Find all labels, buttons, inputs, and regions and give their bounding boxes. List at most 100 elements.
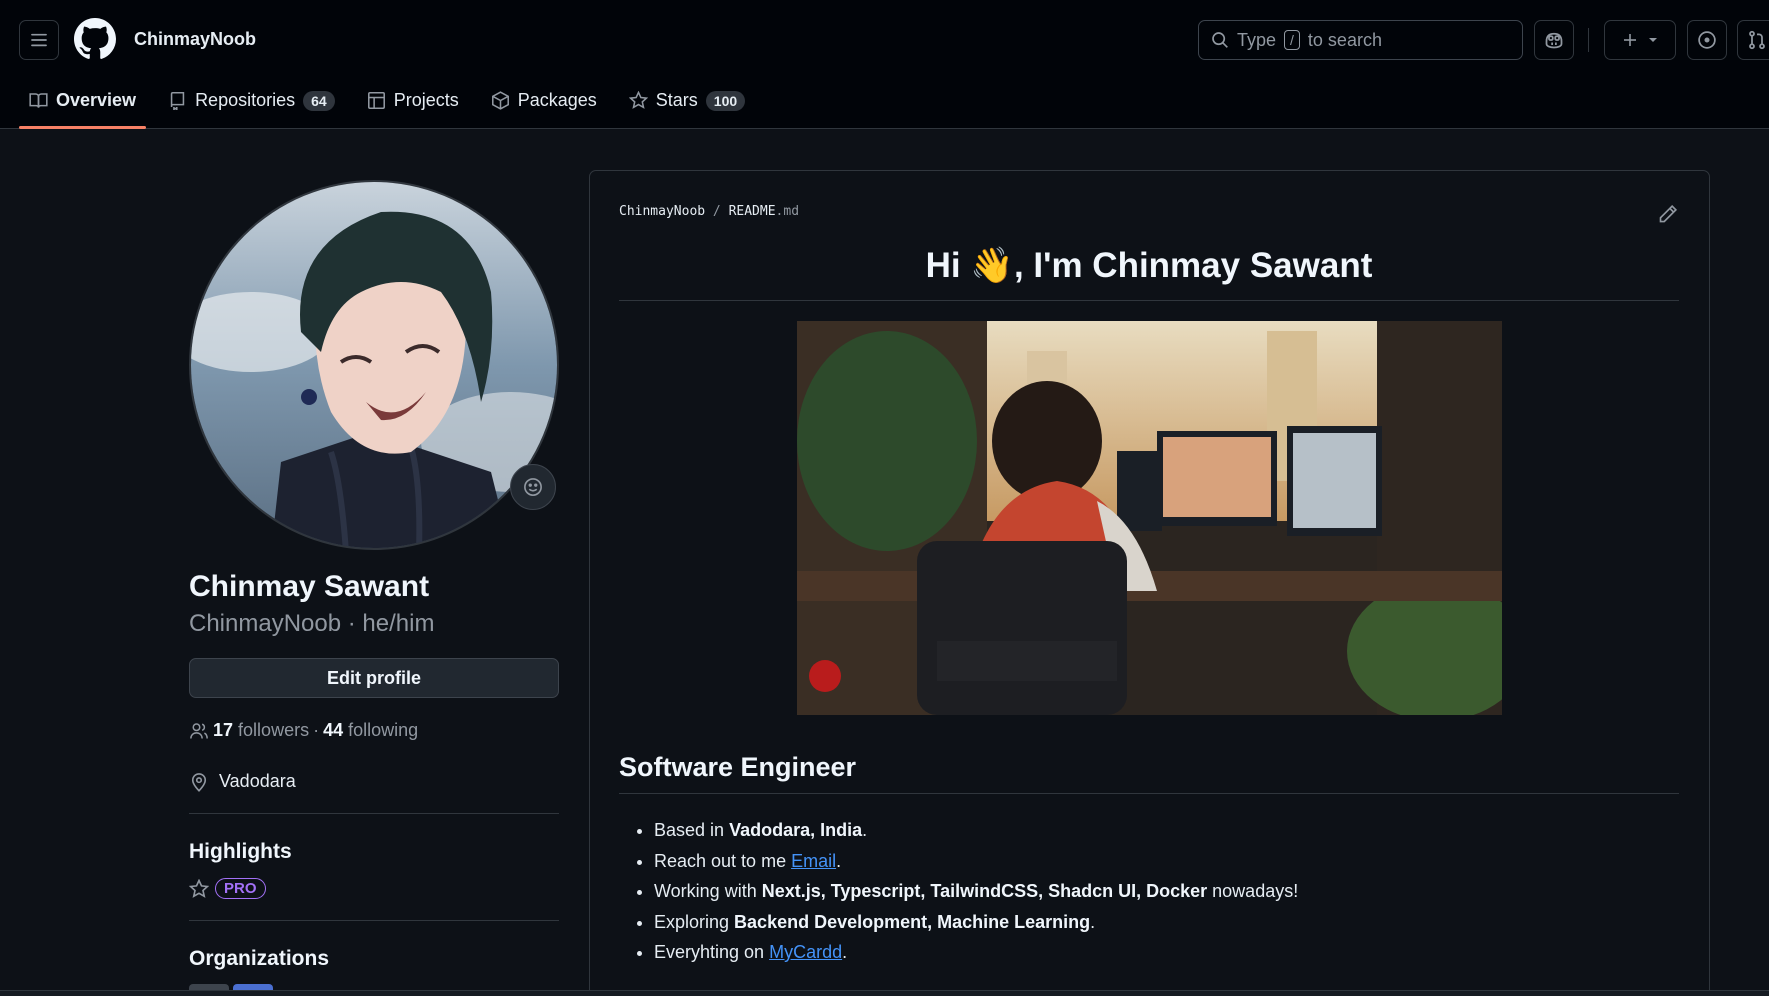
- caret-down-icon: [1649, 38, 1657, 42]
- tab-overview[interactable]: Overview: [19, 80, 147, 129]
- tab-packages[interactable]: Packages: [481, 80, 607, 121]
- item-text: .: [836, 850, 842, 871]
- profile-tabs: Overview Repositories 64 Projects Packag…: [19, 80, 767, 129]
- search-suffix: to search: [1307, 29, 1382, 50]
- avatar-illustration: [191, 182, 557, 548]
- book-icon: [29, 93, 48, 108]
- item-text: Working with: [654, 881, 762, 901]
- plus-icon: [1624, 34, 1636, 46]
- star-icon: [628, 91, 648, 109]
- about-list: Based in Vadodara, India. Reach out to m…: [654, 815, 1298, 968]
- table-icon: [367, 92, 385, 109]
- location-icon: [191, 772, 207, 792]
- item-text: Everyhting on: [654, 942, 770, 962]
- avatar[interactable]: [189, 180, 559, 550]
- heading-rest: , I'm Chinmay Sawant: [1013, 246, 1373, 285]
- hamburger-icon: [31, 33, 47, 47]
- github-logo-icon[interactable]: [74, 18, 116, 60]
- global-header: ChinmayNoob Type / to search Overview Re…: [0, 0, 1769, 129]
- tab-label: Repositories: [195, 90, 296, 110]
- wave-icon: 👋: [970, 246, 1014, 285]
- set-status-button[interactable]: [510, 464, 556, 510]
- list-item: Reach out to me Email.: [654, 846, 1298, 877]
- tab-label: Stars: [655, 90, 698, 110]
- workspace-illustration: [797, 321, 1502, 715]
- smiley-icon: [524, 478, 542, 496]
- path-separator: /: [712, 204, 721, 219]
- dot-separator: ·: [313, 720, 320, 740]
- search-icon: [1212, 32, 1228, 48]
- list-item: Based in Vadodara, India.: [654, 815, 1298, 846]
- issue-opened-icon: [1698, 31, 1716, 49]
- tab-label: Overview: [56, 90, 137, 110]
- readme-banner-image: [797, 321, 1502, 715]
- item-text: Exploring: [654, 911, 735, 932]
- item-text: Reach out to me: [654, 850, 792, 871]
- item-bold: Backend Development, Machine Learning: [734, 911, 1091, 932]
- item-text: .: [862, 820, 868, 840]
- email-link[interactable]: Email: [791, 851, 836, 871]
- divider: [189, 920, 559, 921]
- followers-count: 17: [213, 720, 234, 740]
- item-text: Based in: [654, 820, 730, 840]
- section-heading: Software Engineer: [619, 752, 857, 782]
- tab-projects[interactable]: Projects: [357, 80, 469, 121]
- readme-file-ext: .md: [775, 204, 800, 219]
- search-prefix: Type: [1237, 29, 1277, 50]
- following-label: following: [348, 720, 419, 740]
- search-input[interactable]: Type / to search: [1198, 20, 1523, 60]
- edit-profile-button[interactable]: Edit profile: [189, 658, 559, 698]
- heading-hi: Hi: [925, 246, 961, 285]
- location-text: Vadodara: [219, 771, 296, 791]
- search-shortcut-key: /: [1284, 30, 1300, 50]
- menu-button[interactable]: [19, 20, 59, 60]
- repositories-counter: 64: [303, 90, 335, 111]
- highlights-title: Highlights: [189, 840, 292, 863]
- bottom-edge: [0, 990, 1769, 996]
- tab-stars[interactable]: Stars 100: [619, 80, 755, 121]
- mycardd-link[interactable]: MyCardd: [769, 942, 842, 962]
- pro-badge[interactable]: PRO: [215, 878, 266, 899]
- issues-button[interactable]: [1687, 20, 1727, 60]
- item-text: .: [842, 942, 848, 962]
- item-bold: Vadodara, India: [729, 820, 863, 840]
- profile-full-name: Chinmay Sawant: [189, 570, 430, 603]
- people-icon: [190, 722, 208, 739]
- copilot-button[interactable]: [1534, 20, 1574, 60]
- stars-counter: 100: [705, 90, 746, 111]
- item-text: nowadays!: [1207, 881, 1299, 901]
- list-item: Exploring Backend Development, Machine L…: [654, 907, 1298, 938]
- pull-requests-button[interactable]: [1737, 20, 1769, 60]
- readme-path: ChinmayNoob / README.md: [619, 204, 799, 219]
- header-divider: [1588, 28, 1589, 52]
- create-new-button[interactable]: [1604, 20, 1676, 60]
- highlights-pro: PRO: [189, 878, 266, 899]
- following-count: 44: [323, 720, 344, 740]
- list-item: Working with Next.js, Typescript, Tailwi…: [654, 876, 1298, 907]
- tab-label: Packages: [517, 90, 597, 110]
- list-item: Everyhting on MyCardd.: [654, 937, 1298, 968]
- item-text: .: [1090, 911, 1096, 932]
- copilot-icon: [1545, 32, 1563, 49]
- organizations-title: Organizations: [189, 947, 330, 970]
- followers-label: followers: [238, 720, 310, 740]
- section-rule: [619, 793, 1679, 794]
- profile-login-pronouns: ChinmayNoob · he/him: [189, 610, 435, 637]
- repo-icon: [170, 92, 185, 110]
- following-link[interactable]: 44 following: [323, 720, 418, 741]
- follow-stats: 17 followers · 44 following: [189, 720, 418, 741]
- readme-owner-link[interactable]: ChinmayNoob: [619, 204, 705, 219]
- tab-repositories[interactable]: Repositories 64: [158, 80, 345, 121]
- package-icon: [491, 91, 509, 110]
- header-username[interactable]: ChinmayNoob: [134, 29, 256, 50]
- tab-label: Projects: [393, 90, 459, 110]
- followers-link[interactable]: 17 followers: [213, 720, 309, 741]
- item-bold: Next.js, Typescript, TailwindCSS, Shadcn…: [761, 881, 1208, 901]
- pencil-icon[interactable]: [1658, 204, 1678, 224]
- git-pull-request-icon: [1749, 30, 1765, 50]
- profile-location: Vadodara: [189, 771, 296, 792]
- readme-file-name: README: [728, 204, 776, 219]
- heading-rule: [619, 300, 1679, 301]
- readme-heading: Hi 👋, I'm Chinmay Sawant: [619, 245, 1679, 286]
- star-icon: [189, 878, 209, 898]
